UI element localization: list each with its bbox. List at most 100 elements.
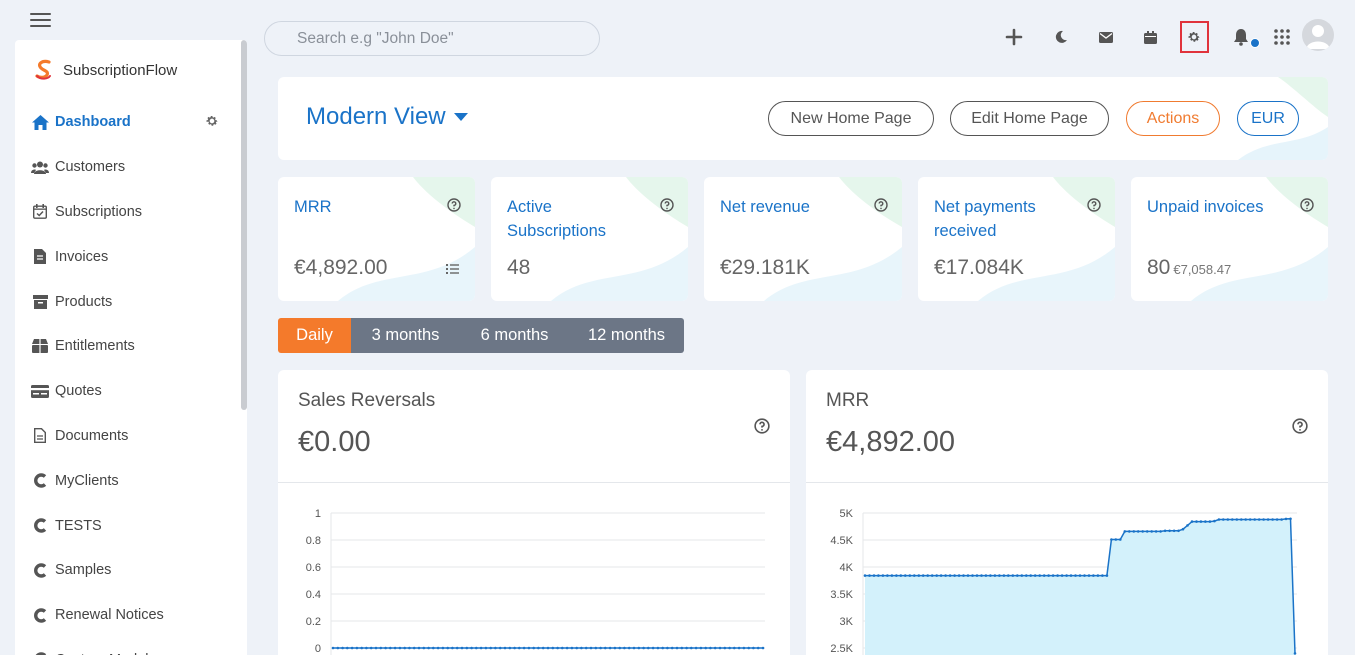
- sidebar-item-renewal-notices[interactable]: Renewal Notices: [15, 593, 247, 638]
- data-point: [704, 646, 707, 650]
- sidebar-item-dashboard[interactable]: Dashboard: [15, 100, 247, 145]
- list-icon[interactable]: [446, 263, 459, 275]
- data-point: [546, 646, 550, 650]
- currency-button[interactable]: EUR: [1237, 101, 1299, 136]
- help-icon[interactable]: [1292, 418, 1308, 434]
- mail-icon[interactable]: [1095, 26, 1117, 48]
- data-point: [930, 574, 934, 577]
- data-point: [723, 646, 727, 650]
- stat-card-net-revenue[interactable]: Net revenue €29.181K: [704, 177, 902, 301]
- sidebar-item-samples[interactable]: Samples: [15, 548, 247, 593]
- help-icon[interactable]: [874, 198, 888, 212]
- data-point: [980, 574, 983, 577]
- edit-home-page-button[interactable]: Edit Home Page: [950, 101, 1109, 136]
- sales-reversals-chart: 1 0.8 0.6 0.4 0.2 0: [306, 508, 765, 655]
- data-point: [1244, 518, 1247, 521]
- data-point: [1271, 518, 1274, 521]
- data-point: [1038, 574, 1041, 577]
- data-point: [355, 646, 359, 650]
- data-point: [921, 574, 925, 577]
- data-point: [1289, 517, 1292, 521]
- tab-12-months[interactable]: 12 months: [569, 318, 684, 353]
- data-point: [489, 646, 492, 650]
- new-home-page-button[interactable]: New Home Page: [768, 101, 934, 136]
- data-point: [944, 574, 947, 577]
- c-icon: [31, 651, 49, 655]
- data-point: [336, 646, 340, 650]
- data-point: [1083, 574, 1086, 577]
- series-area: [865, 518, 1295, 655]
- brand[interactable]: SubscriptionFlow: [15, 40, 247, 100]
- data-point: [1190, 520, 1194, 523]
- sidebar-item-custom-modules[interactable]: Custom Modules: [15, 638, 247, 655]
- stat-title: Unpaid invoices: [1147, 198, 1264, 216]
- help-icon[interactable]: [1087, 198, 1101, 212]
- help-icon[interactable]: [447, 198, 461, 212]
- stat-value: 80 €7,058.47: [1147, 256, 1231, 280]
- view-selector[interactable]: Modern View: [306, 103, 468, 131]
- actions-button[interactable]: Actions: [1126, 101, 1220, 136]
- sidebar-item-entitlements[interactable]: Entitlements: [15, 324, 247, 369]
- sidebar-item-documents[interactable]: Documents: [15, 414, 247, 459]
- sidebar-item-quotes[interactable]: Quotes: [15, 369, 247, 414]
- data-point: [1092, 574, 1095, 577]
- sidebar-item-label: Samples: [55, 562, 112, 579]
- tab-6-months[interactable]: 6 months: [460, 318, 569, 353]
- sidebar-item-label: Documents: [55, 427, 129, 444]
- sidebar-item-invoices[interactable]: Invoices: [15, 234, 247, 279]
- stat-card-active-subscriptions[interactable]: Active Subscriptions 48: [491, 177, 688, 301]
- data-point: [1060, 574, 1064, 577]
- data-point: [953, 574, 956, 577]
- data-point: [709, 646, 712, 650]
- data-point: [618, 646, 621, 650]
- sidebar-item-tests[interactable]: TESTS: [15, 503, 247, 548]
- tab-3-months[interactable]: 3 months: [351, 318, 460, 353]
- data-point: [713, 646, 717, 650]
- data-point: [1163, 529, 1167, 533]
- data-point: [1029, 574, 1032, 577]
- bell-icon[interactable]: [1230, 26, 1252, 48]
- sidebar-item-customers[interactable]: Customers: [15, 145, 247, 190]
- data-point: [1087, 574, 1091, 577]
- dashboard-settings-icon[interactable]: [205, 114, 221, 130]
- avatar[interactable]: [1302, 19, 1334, 51]
- help-icon[interactable]: [1300, 198, 1314, 212]
- stat-card-net-payments[interactable]: Net payments received €17.084K: [918, 177, 1115, 301]
- stat-card-unpaid-invoices[interactable]: Unpaid invoices 80 €7,058.47: [1131, 177, 1328, 301]
- data-point: [1222, 518, 1225, 521]
- data-point: [465, 646, 469, 650]
- apps-grid-icon[interactable]: [1271, 26, 1293, 48]
- data-point: [957, 574, 961, 577]
- data-point: [360, 646, 363, 650]
- data-point: [699, 646, 703, 650]
- y-tick-label: 1: [315, 508, 321, 520]
- data-point: [1177, 529, 1180, 533]
- data-point: [408, 646, 411, 650]
- sidebar-item-products[interactable]: Products: [15, 279, 247, 324]
- c-icon: [31, 472, 49, 490]
- data-point: [537, 646, 540, 650]
- data-point: [580, 646, 583, 650]
- data-point: [742, 646, 746, 650]
- sidebar-item-myclients[interactable]: MyClients: [15, 458, 247, 503]
- search-input[interactable]: [264, 21, 600, 56]
- tab-daily[interactable]: Daily: [278, 318, 351, 353]
- data-point: [1240, 518, 1243, 521]
- data-point: [599, 646, 602, 650]
- moon-icon[interactable]: [1050, 26, 1072, 48]
- data-point: [1262, 518, 1265, 521]
- data-point: [966, 574, 970, 577]
- data-point: [374, 646, 378, 650]
- data-point: [756, 646, 760, 650]
- plus-icon[interactable]: [1003, 26, 1025, 48]
- help-icon[interactable]: [754, 418, 770, 434]
- sidebar-item-subscriptions[interactable]: Subscriptions: [15, 190, 247, 235]
- menu-toggle-icon[interactable]: [30, 13, 51, 27]
- data-point: [1056, 574, 1059, 577]
- calendar-icon[interactable]: [1139, 26, 1161, 48]
- stat-card-mrr[interactable]: MRR €4,892.00: [278, 177, 475, 301]
- data-point: [690, 646, 693, 650]
- data-point: [455, 646, 459, 650]
- data-point: [575, 646, 578, 650]
- help-icon[interactable]: [660, 198, 674, 212]
